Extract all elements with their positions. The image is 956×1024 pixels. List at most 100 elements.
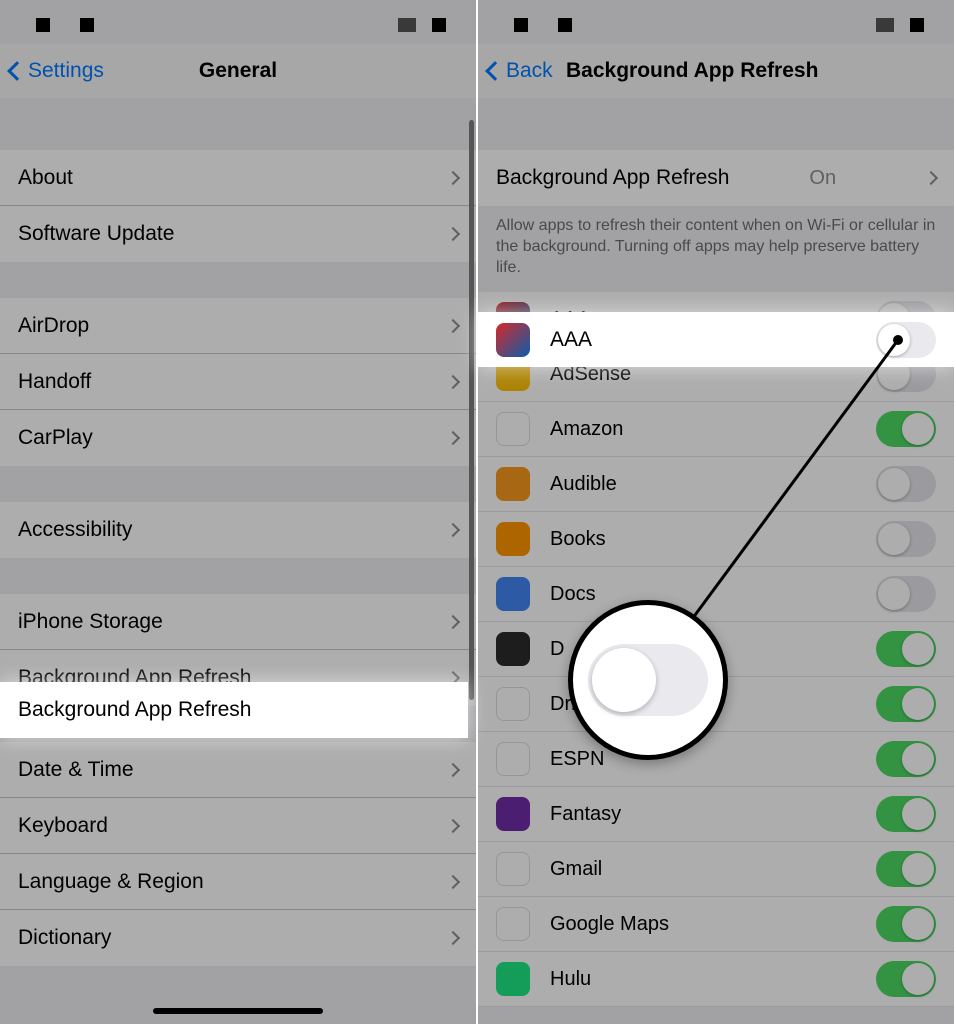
toggle-knob [902,798,934,830]
app-name: Gmail [550,858,602,881]
app-icon [496,852,530,886]
app-row[interactable]: Books [478,512,954,567]
back-label: Back [506,59,553,83]
chevron-right-icon [446,614,460,628]
right-screenshot: Back Background App Refresh Background A… [478,0,956,1024]
app-toggle[interactable] [876,466,936,502]
app-icon [496,522,530,556]
status-icon [432,18,446,32]
status-icon [398,18,416,32]
magnified-toggle-off [588,644,708,716]
app-row[interactable]: Audible [478,457,954,512]
label: Accessibility [18,518,132,542]
chevron-right-icon [446,762,460,776]
toggle-knob [902,963,934,995]
app-toggle[interactable] [876,576,936,612]
row-bg-refresh-highlight[interactable]: Background App Refresh [0,682,468,738]
row-dictionary[interactable]: Dictionary [0,910,476,966]
app-toggle[interactable] [876,741,936,777]
app-toggle[interactable] [876,796,936,832]
app-name: Docs [550,583,596,606]
app-row[interactable]: ESPN [478,732,954,787]
app-toggle[interactable] [876,521,936,557]
row-software-update[interactable]: Software Update [0,206,476,262]
app-toggle[interactable] [876,686,936,722]
app-name: Fantasy [550,803,621,826]
chevron-right-icon [446,874,460,888]
label: AirDrop [18,314,89,338]
toggle-knob [902,743,934,775]
label: Background App Refresh [18,698,251,722]
app-toggle[interactable] [876,851,936,887]
app-name: D [550,638,564,661]
app-name: AAA [550,328,592,352]
app-row[interactable]: Fantasy [478,787,954,842]
app-toggle[interactable] [876,631,936,667]
app-icon [496,632,530,666]
scrollbar[interactable] [469,120,474,700]
app-name: Books [550,528,606,551]
app-row[interactable]: Google Maps [478,897,954,952]
status-icon [514,18,528,32]
status-icon [910,18,924,32]
master-value: On [809,167,836,190]
app-toggle[interactable] [876,961,936,997]
chevron-right-icon [446,170,460,184]
row-language-region[interactable]: Language & Region [0,854,476,910]
chevron-right-icon [924,171,938,185]
chevron-right-icon [446,318,460,332]
row-bg-refresh-master[interactable]: Background App Refresh On [478,150,954,206]
status-icon [558,18,572,32]
app-icon-aaa [496,323,530,357]
app-row[interactable]: Gmail [478,842,954,897]
chevron-left-icon [485,61,505,81]
status-icon [80,18,94,32]
back-button[interactable]: Back [488,59,553,83]
app-row[interactable]: Docs [478,567,954,622]
row-date-time[interactable]: Date & Time [0,742,476,798]
label: Language & Region [18,870,204,894]
app-icon [496,687,530,721]
row-handoff[interactable]: Handoff [0,354,476,410]
chevron-right-icon [446,523,460,537]
description-text: Allow apps to refresh their content when… [478,206,954,292]
app-toggle[interactable] [876,906,936,942]
app-toggle[interactable] [876,411,936,447]
label: Software Update [18,222,174,246]
chevron-right-icon [446,818,460,832]
nav-bar: Settings General [0,44,476,98]
chevron-right-icon [446,227,460,241]
app-name: Amazon [550,418,623,441]
app-row-aaa-highlight[interactable]: AAA [478,312,954,367]
page-title: Background App Refresh [566,59,954,83]
app-row[interactable]: Hulu [478,952,954,1007]
row-accessibility[interactable]: Accessibility [0,502,476,558]
toggle-knob [878,578,910,610]
status-icon [876,18,894,32]
home-indicator[interactable] [153,1008,323,1014]
back-button[interactable]: Settings [10,59,104,83]
toggle-knob [902,413,934,445]
app-icon [496,467,530,501]
toggle-aaa[interactable] [876,322,936,358]
chevron-right-icon [446,931,460,945]
app-icon [496,412,530,446]
status-icon [36,18,50,32]
left-screenshot: Settings General About Software Update A… [0,0,478,1024]
row-iphone-storage[interactable]: iPhone Storage [0,594,476,650]
app-icon [496,962,530,996]
row-about[interactable]: About [0,150,476,206]
app-row[interactable]: Amazon [478,402,954,457]
back-label: Settings [28,59,104,83]
label: About [18,166,73,190]
nav-bar: Back Background App Refresh [478,44,954,98]
row-carplay[interactable]: CarPlay [0,410,476,466]
row-keyboard[interactable]: Keyboard [0,798,476,854]
chevron-left-icon [7,61,27,81]
label: CarPlay [18,426,93,450]
app-icon [496,907,530,941]
row-airdrop[interactable]: AirDrop [0,298,476,354]
chevron-right-icon [446,374,460,388]
toggle-knob [902,688,934,720]
magnifier-callout [568,600,728,760]
